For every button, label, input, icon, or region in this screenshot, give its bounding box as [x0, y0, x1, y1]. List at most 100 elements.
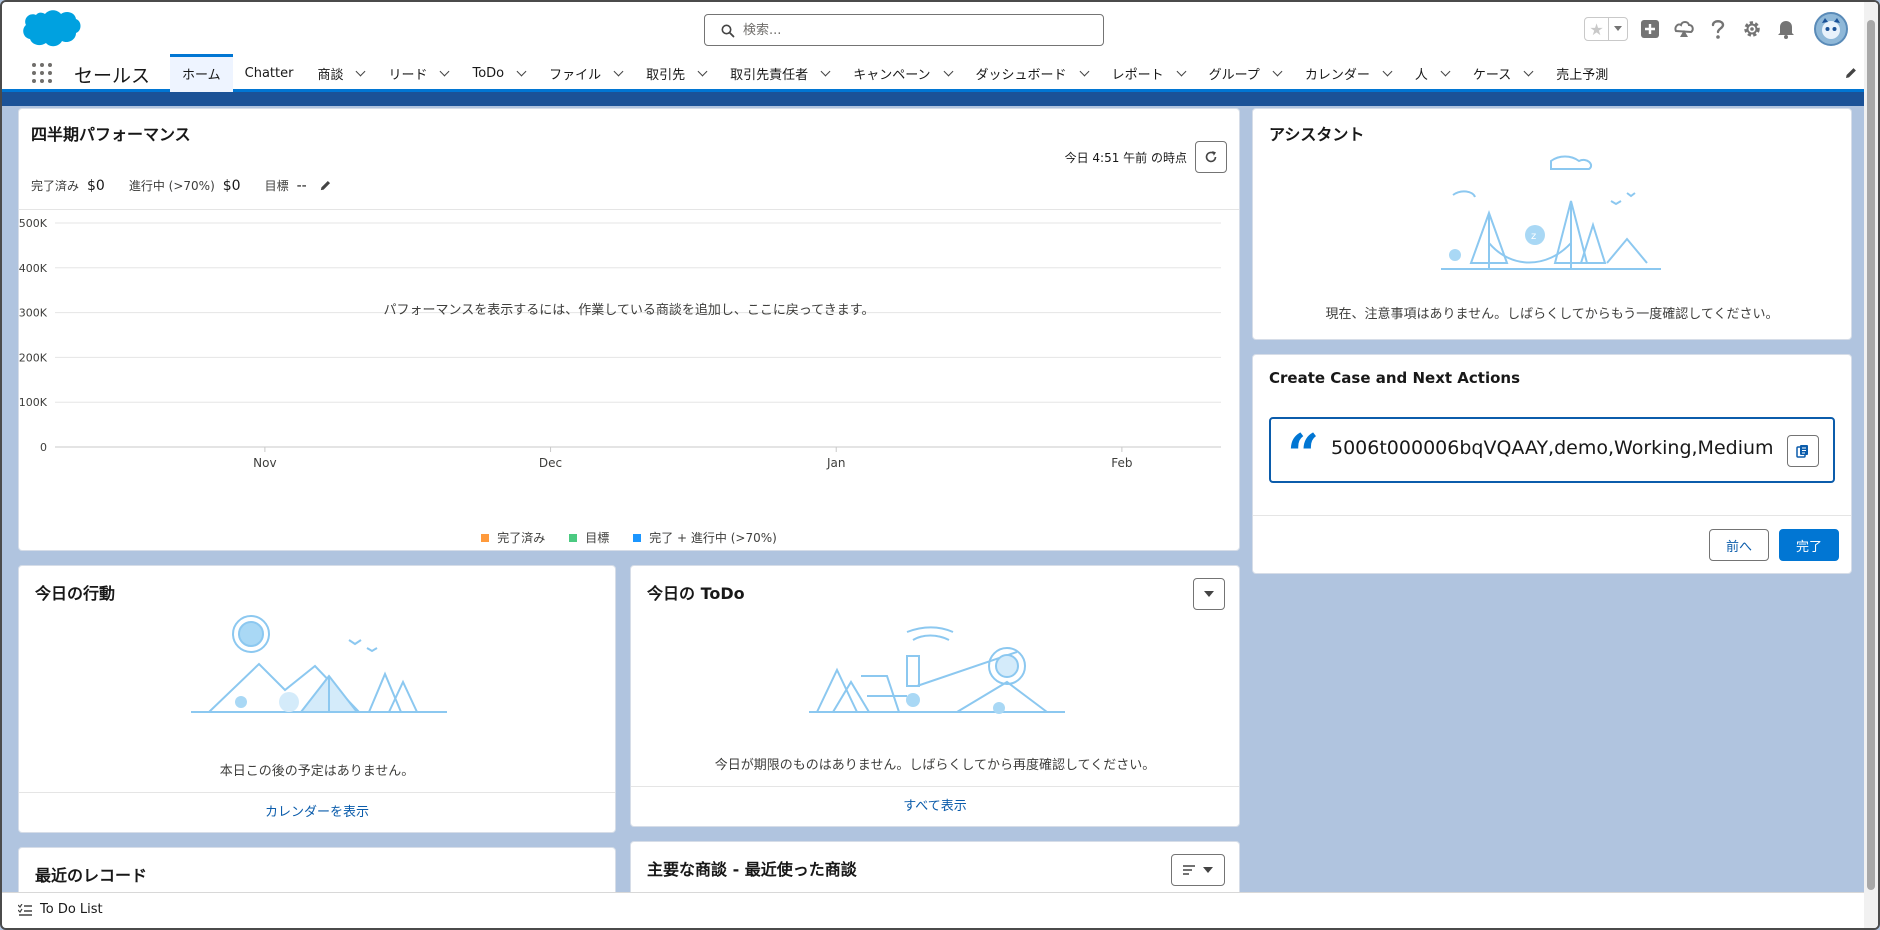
todo-empty-message: 今日が期限のものはありません。しばらくしてから再度確認してください。 — [714, 758, 1156, 773]
chevron-down-icon[interactable] — [1440, 66, 1451, 76]
nav-tab-label: リード — [388, 67, 428, 83]
nav-tab-1[interactable]: Chatter — [233, 54, 306, 92]
star-icon[interactable]: ★ — [1585, 18, 1609, 40]
divider — [1253, 515, 1851, 516]
sort-menu-button[interactable] — [1171, 854, 1225, 886]
header-stripe — [2, 92, 1878, 106]
search-input[interactable] — [743, 19, 1093, 41]
todo-menu-button[interactable] — [1193, 578, 1225, 610]
chart-legend: 完了済み 目標 完了 + 進行中 (>70%) — [19, 529, 1239, 546]
chevron-down-icon[interactable] — [440, 66, 450, 76]
nav-tab-14[interactable]: ケース — [1461, 54, 1544, 92]
nav-tab-8[interactable]: キャンペーン — [841, 54, 963, 92]
refresh-button[interactable] — [1195, 141, 1227, 173]
nav-tab-15[interactable]: 売上予測 — [1544, 54, 1620, 92]
card-title: 今日の行動 — [35, 584, 116, 603]
divider — [19, 209, 1239, 210]
x-tick-label: Nov — [253, 456, 276, 470]
nav-tab-label: ToDo — [472, 65, 505, 81]
nav-tab-7[interactable]: 取引先責任者 — [718, 54, 841, 92]
nav-tabs: ホーム Chatter 商談 リード ToDo ファイル 取引先 取引先責任者 キャンペーン ダッ… — [170, 54, 1620, 92]
y-tick-label: 100K — [19, 396, 48, 409]
chevron-down-icon — [1204, 590, 1214, 597]
hammock-illustration: z — [1441, 155, 1661, 270]
chevron-down-icon[interactable] — [356, 66, 366, 76]
header-actions: ★ — [1584, 12, 1848, 46]
nav-tab-4[interactable]: ToDo — [460, 54, 537, 92]
nav-tab-5[interactable]: ファイル — [537, 54, 634, 92]
utility-bar: To Do List — [2, 892, 1878, 928]
app-launcher-icon[interactable] — [32, 63, 52, 83]
chevron-down-icon[interactable] — [1523, 66, 1534, 76]
nav-tab-label: グループ — [1208, 67, 1260, 83]
nav-tab-3[interactable]: リード — [376, 54, 460, 92]
previous-button[interactable]: 前へ — [1709, 529, 1769, 561]
card-title: 四半期パフォーマンス — [31, 125, 191, 144]
copy-icon — [1796, 445, 1808, 458]
nav-tab-9[interactable]: ダッシュボード — [964, 54, 1100, 92]
legend-swatch — [569, 533, 578, 542]
nav-tab-label: ダッシュボード — [975, 67, 1067, 83]
todo-list-label: To Do List — [40, 902, 103, 917]
nav-tab-11[interactable]: グループ — [1197, 54, 1293, 92]
chevron-down-icon[interactable] — [613, 66, 624, 76]
chevron-down-icon[interactable] — [697, 66, 708, 76]
closed-value: $0 — [87, 177, 105, 194]
favorites-button[interactable]: ★ — [1584, 17, 1628, 41]
chevron-down-icon[interactable] — [1079, 66, 1090, 76]
nav-tab-10[interactable]: レポート — [1100, 54, 1197, 92]
legend-label: 完了済み — [497, 531, 546, 545]
page-scrollbar[interactable] — [1864, 2, 1878, 928]
bell-icon[interactable] — [1774, 17, 1798, 41]
performance-chart: 500K400K300K200K100K0Nov Dec Jan Feb — [19, 217, 1221, 470]
edit-goal-icon[interactable] — [319, 179, 332, 192]
copy-button[interactable] — [1787, 435, 1819, 467]
global-search[interactable] — [704, 14, 1104, 46]
open-value: $0 — [222, 177, 241, 194]
view-all-link[interactable]: すべて表示 — [631, 786, 1239, 826]
nav-tab-2[interactable]: 商談 — [305, 54, 376, 92]
camping-illustration — [191, 615, 447, 713]
y-tick-label: 200K — [19, 351, 48, 364]
edit-nav-icon[interactable] — [1844, 66, 1858, 80]
trailhead-icon[interactable] — [1672, 17, 1696, 41]
svg-text:z: z — [1531, 231, 1536, 242]
help-icon[interactable] — [1706, 17, 1730, 41]
scrollbar-thumb[interactable] — [1867, 20, 1875, 890]
legend-label: 完了 + 進行中 (>70%) — [649, 531, 777, 545]
nav-tab-label: キャンペーン — [853, 67, 931, 83]
salesforce-cloud-logo[interactable] — [20, 8, 82, 50]
view-calendar-link[interactable]: カレンダーを表示 — [19, 792, 615, 832]
chevron-down-icon[interactable] — [820, 66, 831, 76]
card-title: 今日の ToDo — [647, 584, 745, 603]
assistant-empty-message: 現在、注意事項はありません。しばらくしてからもう一度確認してください。 — [1325, 307, 1779, 322]
legend-label: 目標 — [585, 531, 610, 545]
chevron-down-icon[interactable] — [516, 66, 527, 76]
nav-tab-label: ファイル — [549, 67, 602, 83]
favorites-dropdown-icon[interactable] — [1609, 18, 1627, 40]
goal-label: 目標 — [264, 179, 289, 193]
y-tick-label: 0 — [40, 441, 47, 454]
add-icon[interactable] — [1638, 17, 1662, 41]
global-header: ★ — [2, 2, 1878, 54]
nav-tab-label: ケース — [1472, 67, 1512, 83]
x-tick-label: Dec — [539, 456, 562, 470]
legend-item: 完了 + 進行中 (>70%) — [633, 529, 777, 546]
chevron-down-icon[interactable] — [1382, 66, 1393, 76]
nav-tab-12[interactable]: カレンダー — [1293, 54, 1403, 92]
y-tick-label: 400K — [19, 262, 48, 275]
user-avatar[interactable] — [1814, 12, 1848, 46]
setup-gear-icon[interactable] — [1740, 17, 1764, 41]
chevron-down-icon[interactable] — [1176, 66, 1187, 76]
chevron-down-icon[interactable] — [943, 66, 953, 76]
nav-tab-0[interactable]: ホーム — [170, 54, 233, 92]
todo-list-utility[interactable]: To Do List — [18, 902, 103, 917]
nav-tab-label: Chatter — [244, 65, 294, 81]
done-button[interactable]: 完了 — [1779, 529, 1839, 561]
nav-tab-13[interactable]: 人 — [1403, 54, 1461, 92]
nav-tab-label: 人 — [1414, 67, 1428, 83]
todays-events-card: 今日の行動 本日この後の予定はありません。 カレンダーを表示 — [18, 565, 616, 833]
nav-tab-6[interactable]: 取引先 — [634, 54, 718, 92]
chevron-down-icon[interactable] — [1272, 66, 1283, 76]
case-quote-text: 5006t000006bqVQAAY,demo,Working,Medium — [1331, 437, 1774, 459]
